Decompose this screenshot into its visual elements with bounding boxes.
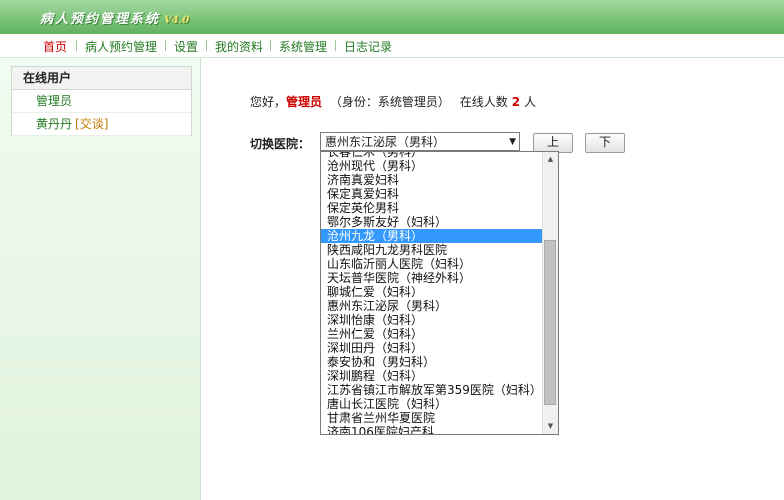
nav-separator (206, 40, 207, 51)
hospital-select[interactable]: 惠州东江泌尿（男科） ▼ (320, 132, 520, 151)
online-count-label: 在线人数 (459, 95, 508, 109)
nav-appointment-management[interactable]: 病人预约管理 (85, 38, 157, 55)
hospital-option[interactable]: 天坛普华医院（神经外科） (321, 271, 543, 285)
hospital-option[interactable]: 深圳田丹（妇科） (321, 341, 543, 355)
hospital-options: 长春仁术（男科） 沧州现代（男科） 济南真爱妇科 保定真爱妇科 保定英伦男科 鄂尔多斯友好… (321, 152, 543, 434)
online-user-name[interactable]: 黄丹丹 (36, 117, 72, 131)
greeting-hello: 您好， (250, 95, 287, 109)
nav-separator (165, 40, 166, 51)
online-users-panel: 在线用户 管理员 黄丹丹 [交谈] (11, 66, 192, 136)
dropdown-scrollbar[interactable]: ▲ ▼ (542, 152, 558, 434)
nav-separator (76, 40, 77, 51)
nav-settings[interactable]: 设置 (174, 38, 198, 55)
online-user-row: 管理员 (12, 90, 191, 113)
hospital-option[interactable]: 沧州现代（男科） (321, 159, 543, 173)
hospital-option[interactable]: 济南真爱妇科 (321, 173, 543, 187)
hospital-option[interactable]: 深圳怡康（妇科） (321, 313, 543, 327)
nav-home[interactable]: 首页 (43, 38, 67, 55)
hospital-option[interactable]: 聊城仁爱（妇科） (321, 285, 543, 299)
hospital-option[interactable]: 惠州东江泌尿（男科） (321, 299, 543, 313)
next-hospital-button[interactable]: 下 (585, 133, 625, 153)
current-user-name: 管理员 (286, 95, 323, 109)
hospital-option[interactable]: 保定真爱妇科 (321, 187, 543, 201)
nav-separator (335, 40, 336, 51)
hospital-switch-label: 切换医院： (250, 137, 311, 151)
hospital-select-value: 惠州东江泌尿（男科） (325, 135, 446, 149)
nav-separator (270, 40, 271, 51)
online-count-unit: 人 (524, 95, 537, 109)
hospital-option[interactable]: 山东临沂丽人医院（妇科） (321, 257, 543, 271)
online-users-title: 在线用户 (12, 67, 191, 90)
app-title: 病人预约管理系统 V4.0 (40, 8, 189, 27)
hospital-option[interactable]: 甘肃省兰州华夏医院 (321, 411, 543, 425)
online-user-row: 黄丹丹 [交谈] (12, 113, 191, 136)
nav-system-management[interactable]: 系统管理 (279, 38, 327, 55)
top-nav: 首页 病人预约管理 设置 我的资料 系统管理 日志记录 (0, 34, 784, 58)
current-user-role: （身份：系统管理员） (329, 95, 450, 109)
hospital-option[interactable]: 长春仁术（男科） (321, 152, 543, 159)
hospital-option[interactable]: 唐山长江医院（妇科） (321, 397, 543, 411)
hospital-option[interactable]: 泰安协和（男妇科） (321, 355, 543, 369)
online-user-name[interactable]: 管理员 (36, 94, 72, 108)
greeting-line: 您好，管理员 （身份：系统管理员） 在线人数 2 人 (250, 93, 536, 110)
hospital-option[interactable]: 深圳鹏程（妇科） (321, 369, 543, 383)
scroll-up-icon[interactable]: ▲ (543, 152, 558, 167)
hospital-option[interactable]: 陕西咸阳九龙男科医院 (321, 243, 543, 257)
sidebar: 在线用户 管理员 黄丹丹 [交谈] (0, 58, 201, 500)
app-header: 病人预约管理系统 V4.0 (0, 0, 784, 34)
hospital-option[interactable]: 兰州仁爱（妇科） (321, 327, 543, 341)
hospital-option[interactable]: 沧州九龙（男科） (321, 229, 543, 243)
hospital-dropdown-list: 长春仁术（男科） 沧州现代（男科） 济南真爱妇科 保定真爱妇科 保定英伦男科 鄂尔多斯友好… (320, 151, 559, 435)
hospital-option[interactable]: 鄂尔多斯友好（妇科） (321, 215, 543, 229)
hospital-option[interactable]: 江苏省镇江市解放军第359医院（妇科） (321, 383, 543, 397)
app-title-text: 病人预约管理系统 (40, 12, 161, 27)
previous-hospital-button[interactable]: 上 (533, 133, 573, 153)
hospital-option[interactable]: 济南106医院妇产科 (321, 425, 543, 434)
chat-link[interactable]: [交谈] (75, 117, 108, 131)
scroll-down-icon[interactable]: ▼ (543, 419, 558, 434)
nav-my-profile[interactable]: 我的资料 (215, 38, 263, 55)
hospital-option[interactable]: 保定英伦男科 (321, 201, 543, 215)
nav-log-records[interactable]: 日志记录 (344, 38, 392, 55)
online-count: 2 (511, 95, 521, 109)
app-version: V4.0 (164, 15, 190, 26)
dropdown-arrow-icon[interactable]: ▼ (509, 133, 516, 150)
scrollbar-thumb[interactable] (544, 240, 556, 405)
